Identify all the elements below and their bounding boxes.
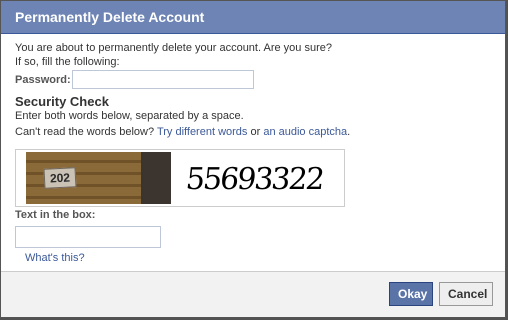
- period-text: .: [347, 126, 351, 138]
- audio-captcha-link[interactable]: an audio captcha: [263, 126, 347, 138]
- intro-text-line2: If so, fill the following:: [15, 56, 120, 68]
- textbox-label: Text in the box:: [15, 209, 96, 221]
- intro-text-line1: You are about to permanently delete your…: [15, 42, 332, 54]
- cant-read-line: Can't read the words below? Try differen…: [15, 126, 350, 138]
- or-text: or: [250, 126, 261, 138]
- captcha-text-input[interactable]: [15, 226, 161, 248]
- password-input[interactable]: [72, 70, 254, 89]
- delete-account-dialog: Permanently Delete Account You are about…: [0, 0, 506, 318]
- captcha-instruction: Enter both words below, separated by a s…: [15, 110, 244, 122]
- dialog-footer: Okay Cancel: [1, 271, 505, 317]
- dialog-titlebar: Permanently Delete Account: [1, 1, 505, 34]
- captcha-photo: 202: [26, 152, 171, 204]
- okay-button[interactable]: Okay: [389, 282, 433, 306]
- cant-read-text: Can't read the words below?: [15, 126, 155, 138]
- try-different-words-link[interactable]: Try different words: [157, 126, 247, 138]
- captcha-house-number: 202: [43, 167, 77, 189]
- whats-this-link[interactable]: What's this?: [25, 252, 85, 264]
- security-check-title: Security Check: [15, 94, 109, 109]
- captcha-door: [141, 152, 171, 204]
- dialog-title: Permanently Delete Account: [15, 9, 205, 25]
- captcha-word: 55693322: [184, 162, 325, 197]
- captcha-image: 202 55693322: [15, 149, 345, 207]
- password-label: Password:: [15, 74, 71, 86]
- cancel-button[interactable]: Cancel: [439, 282, 493, 306]
